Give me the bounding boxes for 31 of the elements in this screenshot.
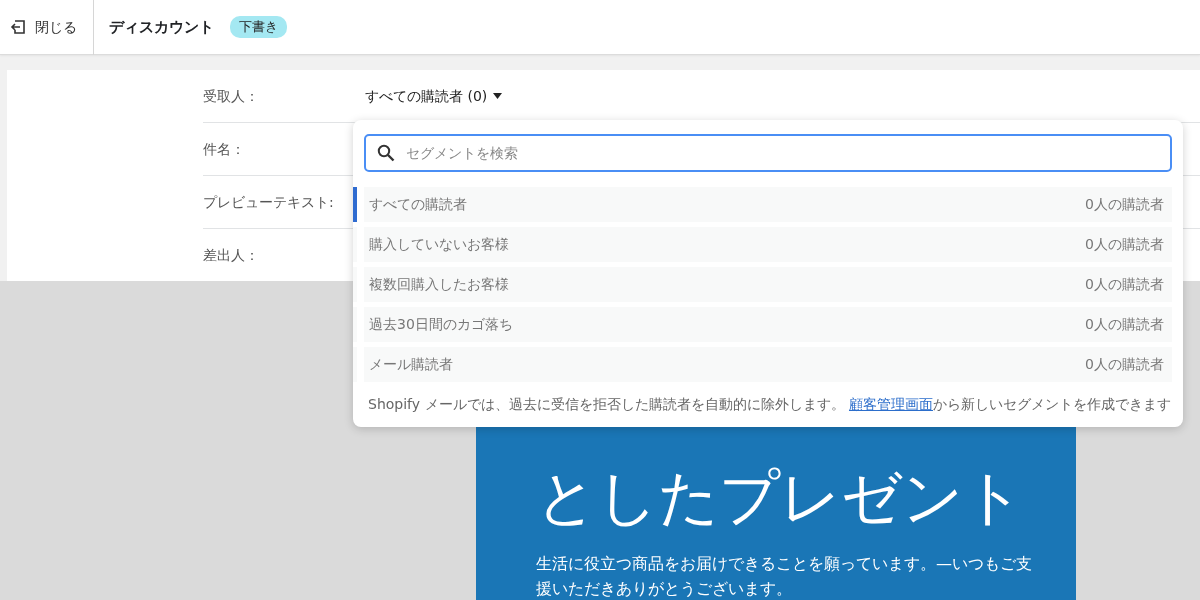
segment-name: すべての購読者 — [369, 195, 467, 214]
customer-admin-link[interactable]: 顧客管理画面 — [849, 396, 933, 412]
segment-name: 購入していないお客様 — [369, 235, 509, 254]
segment-count: 0人の購読者 — [1085, 355, 1164, 374]
search-field[interactable]: セグメントを検索 — [364, 134, 1172, 172]
segment-option[interactable]: すべての購読者 0人の購読者 — [353, 187, 1172, 222]
recipient-select[interactable]: すべての購読者 (0) — [365, 85, 503, 107]
field-label: 受取人： — [203, 86, 260, 106]
segment-count: 0人の購読者 — [1085, 195, 1164, 214]
caret-icon — [493, 93, 503, 99]
segment-name: 過去30日間のカゴ落ち — [369, 315, 513, 334]
close-button[interactable]: 閉じる — [0, 0, 94, 55]
segment-name: 複数回購入したお客様 — [369, 275, 509, 294]
banner-heading: としたプレゼント — [536, 465, 1025, 529]
segment-option[interactable]: メール購読者 0人の購読者 — [353, 347, 1172, 382]
field-label: プレビューテキスト: — [203, 192, 335, 212]
segment-option[interactable]: 購入していないお客様 0人の購読者 — [353, 227, 1172, 262]
segment-count: 0人の購読者 — [1085, 275, 1164, 294]
segment-count: 0人の購読者 — [1085, 315, 1164, 334]
field-label: 件名： — [203, 139, 246, 159]
search-icon — [377, 144, 395, 162]
segment-option[interactable]: 複数回購入したお客様 0人の購読者 — [353, 267, 1172, 302]
segment-option[interactable]: 過去30日間のカゴ落ち 0人の購読者 — [353, 307, 1172, 342]
exit-icon — [10, 19, 26, 35]
segment-count: 0人の購読者 — [1085, 235, 1164, 254]
field-label: 差出人： — [203, 246, 260, 265]
banner-text: 生活に役立つ商品をお届けできることを願っています。—いつもご支援いただきありがとうございます。 — [536, 553, 1033, 600]
status-badge: 下書き — [230, 16, 287, 38]
segment-name: メール購読者 — [369, 355, 453, 374]
page-title: ディスカウント — [109, 16, 214, 38]
help-text: Shopify メールでは、過去に受信を拒否した購読者を自動的に除外します。 顧客管理画面から新しいセグメントを作成できます — [367, 395, 1172, 414]
